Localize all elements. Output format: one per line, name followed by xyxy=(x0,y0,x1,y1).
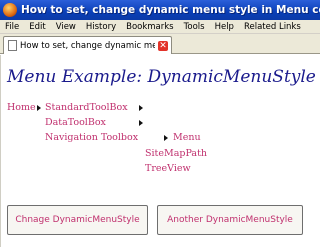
expand-arrow-icon xyxy=(164,135,168,141)
menu-item-navigation-toolbox[interactable]: Navigation Toolbox xyxy=(45,132,138,143)
expand-arrow-icon xyxy=(139,105,143,111)
firefox-icon xyxy=(3,3,17,17)
menu-item-datatoolbox[interactable]: DataToolBox xyxy=(45,117,106,128)
menu-tools[interactable]: Tools xyxy=(179,22,210,32)
browser-tab[interactable]: How to set, change dynamic men... ✕ xyxy=(3,36,172,54)
expand-arrow-icon xyxy=(139,120,143,126)
another-dynamic-menu-style-button[interactable]: Another DynamicMenuStyle xyxy=(157,205,303,235)
window-title-bar[interactable]: How to set, change dynamic menu style in… xyxy=(0,0,320,20)
tab-strip: How to set, change dynamic men... ✕ xyxy=(0,34,320,54)
menu-item-standardtoolbox[interactable]: StandardToolBox xyxy=(45,102,128,113)
page-content: Menu Example: DynamicMenuStyle Home Stan… xyxy=(0,55,320,247)
window-title: How to set, change dynamic menu style in… xyxy=(21,4,320,16)
menu-item-treeview[interactable]: TreeView xyxy=(145,163,191,174)
page-icon xyxy=(8,40,17,51)
menu-view[interactable]: View xyxy=(51,22,81,32)
menu-item-home[interactable]: Home xyxy=(7,102,36,113)
menu-bookmarks[interactable]: Bookmarks xyxy=(121,22,179,32)
change-dynamic-menu-style-button[interactable]: Chnage DynamicMenuStyle xyxy=(7,205,148,235)
close-icon[interactable]: ✕ xyxy=(158,40,168,51)
menu-edit[interactable]: Edit xyxy=(24,22,50,32)
menu-file[interactable]: File xyxy=(0,22,24,32)
menu-related-links[interactable]: Related Links xyxy=(239,22,306,32)
menu-history[interactable]: History xyxy=(81,22,121,32)
menu-help[interactable]: Help xyxy=(210,22,239,32)
menu-item-sitemappath[interactable]: SiteMapPath xyxy=(145,148,207,159)
menu-item-menu[interactable]: Menu xyxy=(173,132,201,143)
page-title: Menu Example: DynamicMenuStyle xyxy=(7,67,316,87)
expand-arrow-icon xyxy=(37,105,41,111)
tab-label: How to set, change dynamic men... xyxy=(20,40,155,51)
menu-bar: File Edit View History Bookmarks Tools H… xyxy=(0,20,320,34)
